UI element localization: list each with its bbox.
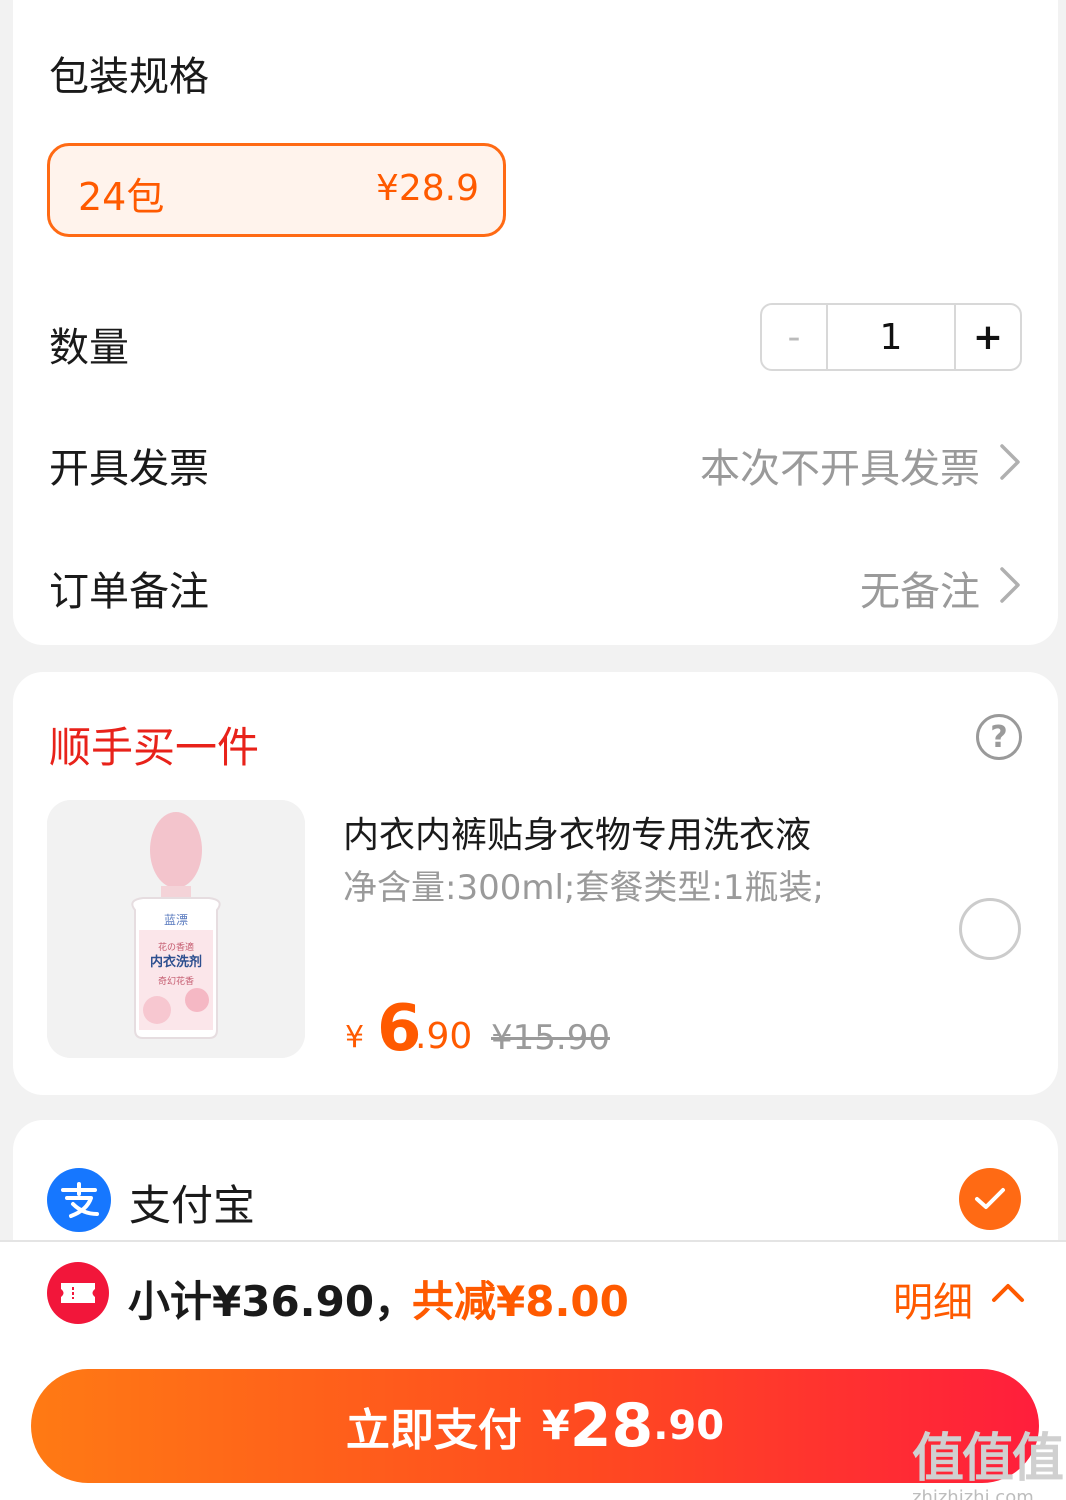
subtotal-text: 小计¥36.90， xyxy=(128,1277,417,1326)
svg-text:花の香適: 花の香適 xyxy=(158,941,194,953)
help-icon[interactable]: ? xyxy=(976,714,1022,760)
product-spec: 净含量:300ml;套餐类型:1瓶装; xyxy=(343,868,824,908)
invoice-label: 开具发票 xyxy=(49,446,209,492)
price-decimal: .90 xyxy=(415,1016,473,1057)
pay-amount-integer: 28 xyxy=(569,1391,654,1461)
product-title[interactable]: 内衣内裤贴身衣物专用洗衣液 xyxy=(343,806,811,858)
invoice-value: 本次不开具发票 xyxy=(700,446,980,492)
svg-text:内衣洗剂: 内衣洗剂 xyxy=(150,954,202,970)
quantity-label: 数量 xyxy=(49,325,129,371)
spec-option-name: 24包 xyxy=(78,175,165,219)
quantity-stepper: - 1 + xyxy=(760,303,1022,371)
pay-currency: ¥ xyxy=(541,1403,570,1449)
original-price: ¥15.90 xyxy=(491,1018,610,1058)
selected-check-icon[interactable] xyxy=(959,1168,1021,1230)
spec-option-price: ¥28.9 xyxy=(375,168,479,209)
price-currency: ¥ xyxy=(345,1020,365,1055)
remark-value: 无备注 xyxy=(860,569,980,615)
select-radio[interactable] xyxy=(959,898,1021,960)
discount-text: 共减¥8.00 xyxy=(412,1277,629,1326)
chevron-right-icon xyxy=(1000,444,1020,480)
spec-label: 包装规格 xyxy=(49,54,209,100)
alipay-icon xyxy=(47,1168,111,1232)
spec-option-24-pack[interactable]: 24包 ¥28.9 xyxy=(47,143,506,237)
watermark: 值值值 zhizhizhi.com xyxy=(912,1416,1064,1500)
chevron-right-icon xyxy=(1000,567,1020,603)
coupon-icon xyxy=(47,1262,109,1324)
pay-now-button[interactable]: 立即支付 ¥ 28 .90 xyxy=(31,1369,1039,1483)
svg-text:蓝漂: 蓝漂 xyxy=(164,913,188,927)
pay-amount-decimal: .90 xyxy=(653,1403,725,1449)
watermark-logo: 值值值 xyxy=(912,1429,1064,1489)
addon-card: 顺手买一件 ? 蓝漂 花の香適 内衣洗剂 奇幻花香 内衣内裤贴身衣物专用洗衣液 … xyxy=(13,672,1058,1095)
product-image[interactable]: 蓝漂 花の香適 内衣洗剂 奇幻花香 xyxy=(47,800,305,1058)
detergent-bottle-icon: 蓝漂 花の香適 内衣洗剂 奇幻花香 xyxy=(47,800,305,1058)
chevron-up-icon[interactable] xyxy=(990,1280,1026,1304)
remark-label: 订单备注 xyxy=(49,569,209,615)
order-options-card: 包装规格 24包 ¥28.9 数量 - 1 + 开具发票 本次不开具发票 订单备… xyxy=(13,0,1058,645)
pay-now-label: 立即支付 xyxy=(345,1405,522,1456)
detail-toggle[interactable]: 明细 xyxy=(893,1270,973,1328)
checkout-footer: 小计¥36.90， 共减¥8.00 明细 立即支付 ¥ 28 .90 值值值 z… xyxy=(0,1240,1066,1500)
increase-button[interactable]: + xyxy=(954,305,1020,369)
payment-method-name: 支付宝 xyxy=(129,1181,256,1230)
decrease-button[interactable]: - xyxy=(762,305,828,369)
addon-title: 顺手买一件 xyxy=(49,723,260,772)
quantity-value[interactable]: 1 xyxy=(828,305,954,369)
svg-text:奇幻花香: 奇幻花香 xyxy=(158,975,194,987)
